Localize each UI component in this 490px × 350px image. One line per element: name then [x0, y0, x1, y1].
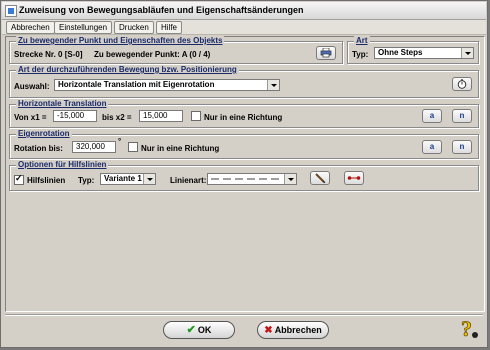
window-title: Zuweisung von Bewegungsabläufen und Eige… [19, 5, 304, 15]
group-art-legend: Art [354, 36, 370, 45]
auswahl-select[interactable]: Horizontale Translation mit Eigenrotatio… [54, 79, 280, 91]
cancel-label: Abbrechen [274, 325, 322, 335]
group-hilfslinien-legend: Optionen für Hilfslinien [16, 160, 109, 169]
translation-a-label: a [429, 111, 435, 120]
menu-abbrechen[interactable]: Abbrechen [6, 21, 55, 34]
help-icon: ? [461, 316, 478, 341]
rotation-n-button[interactable]: n [452, 140, 472, 154]
menu-einstellungen[interactable]: Einstellungen [54, 21, 113, 34]
group-bewegung: Art der durchzuführenden Bewegung bzw. P… [9, 65, 479, 98]
bis-label: bis x2 = [102, 113, 132, 122]
hilfslinien-label: Hilfslinien [27, 176, 66, 185]
translation-one-direction-label: Nur in eine Richtung [204, 113, 283, 122]
punkt-text: Zu bewegender Punkt: A (0 / 4) [94, 50, 211, 59]
pen-button[interactable] [310, 171, 330, 185]
strecke-text: Strecke Nr. 0 [S-0] [14, 50, 83, 59]
auswahl-value: Horizontale Translation mit Eigenrotatio… [58, 80, 215, 89]
hilfslinien-checkbox[interactable] [14, 173, 24, 185]
timer-button[interactable] [452, 77, 472, 91]
rotation-one-direction-label: Nur in eine Richtung [141, 144, 220, 153]
cross-icon: ✖ [264, 325, 273, 336]
rotation-a-button[interactable]: a [422, 140, 442, 154]
ok-button[interactable]: ✔ OK [163, 321, 235, 339]
x1-input[interactable]: -15,000 [53, 110, 97, 122]
cancel-button[interactable]: ✖ Abbrechen [257, 321, 329, 339]
translation-n-label: n [459, 111, 465, 120]
chevron-down-icon [143, 174, 155, 184]
group-rotation-legend: Eigenrotation [16, 129, 72, 138]
hilfslinien-typ-value: Variante 1 [104, 174, 142, 183]
rotation-input[interactable]: 320,000 [72, 141, 116, 153]
dashed-line-icon [211, 178, 283, 180]
svg-text:?: ? [461, 316, 472, 341]
auswahl-label: Auswahl: [14, 82, 50, 91]
linienart-select[interactable] [207, 173, 297, 185]
chevron-down-icon [267, 80, 279, 90]
group-punkt: Zu bewegender Punkt und Eigenschaften de… [9, 36, 343, 64]
translation-one-direction-checkbox[interactable] [191, 111, 201, 121]
app-icon [5, 5, 17, 17]
group-translation: Horizontale Translation Von x1 = -15,000… [9, 99, 479, 128]
art-typ-value: Ohne Steps [378, 48, 423, 57]
rotation-one-direction-checkbox[interactable] [128, 142, 138, 152]
chevron-down-icon [284, 174, 296, 184]
degree-sign: ° [118, 137, 122, 146]
checkmark-icon: ✔ [186, 324, 196, 336]
menu-drucken[interactable]: Drucken [114, 21, 154, 34]
line-endpoints-icon [347, 176, 361, 180]
von-label: Von x1 = [14, 113, 47, 122]
linienart-label: Linienart: [170, 176, 207, 185]
chevron-down-icon [461, 48, 473, 58]
art-typ-select[interactable]: Ohne Steps [374, 47, 474, 59]
menu-bar: Abbrechen Einstellungen Drucken Hilfe [2, 20, 486, 35]
print-button[interactable] [316, 46, 336, 60]
help-button[interactable]: ? [457, 316, 481, 342]
pen-icon [315, 173, 326, 184]
printer-icon [320, 47, 332, 58]
translation-a-button[interactable]: a [422, 109, 442, 123]
group-punkt-legend: Zu bewegender Punkt und Eigenschaften de… [16, 36, 225, 45]
line-endpoints-button[interactable] [344, 171, 364, 185]
group-translation-legend: Horizontale Translation [16, 99, 109, 108]
dialog-window: Zuweisung von Bewegungsabläufen und Eige… [0, 0, 488, 348]
rotation-n-label: n [459, 142, 465, 151]
group-rotation: Eigenrotation Rotation bis: 320,000 ° Nu… [9, 129, 479, 159]
rotation-label: Rotation bis: [14, 144, 63, 153]
menu-hilfe[interactable]: Hilfe [156, 21, 183, 34]
hilfslinien-typ-label: Typ: [78, 176, 95, 185]
title-bar[interactable]: Zuweisung von Bewegungsabläufen und Eige… [2, 2, 486, 20]
footer-separator [5, 314, 483, 316]
art-typ-label: Typ: [352, 50, 369, 59]
group-hilfslinien: Optionen für Hilfslinien Hilfslinien Typ… [9, 160, 479, 191]
ok-label: OK [197, 325, 212, 335]
group-art: Art Typ: Ohne Steps [347, 36, 479, 64]
rotation-a-label: a [429, 142, 435, 151]
group-bewegung-legend: Art der durchzuführenden Bewegung bzw. P… [16, 65, 239, 74]
x2-input[interactable]: 15,000 [139, 110, 183, 122]
timer-icon [457, 79, 467, 89]
translation-n-button[interactable]: n [452, 109, 472, 123]
hilfslinien-typ-select[interactable]: Variante 1 [100, 173, 156, 185]
